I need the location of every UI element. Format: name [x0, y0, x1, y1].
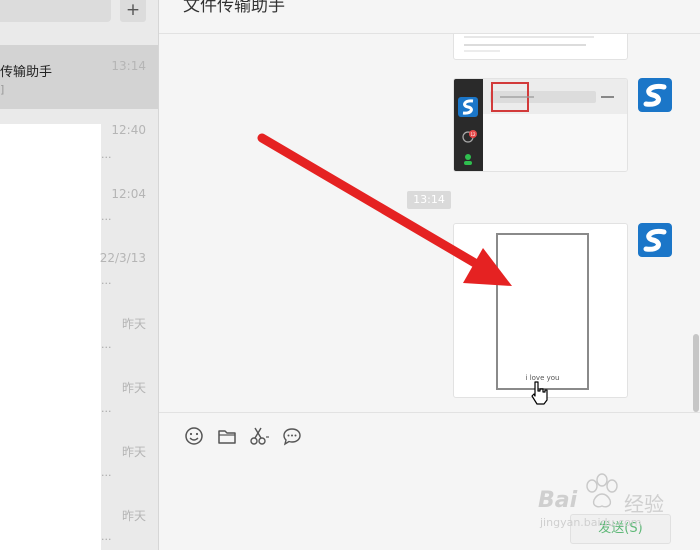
chat-item-time: 昨天	[121, 509, 146, 523]
add-chat-button[interactable]: +	[120, 0, 146, 22]
image-frame: i love you	[496, 233, 589, 390]
chat-item[interactable]: 昨天 ...	[0, 430, 158, 494]
chat-item-preview: ...	[101, 466, 112, 479]
chat-item-preview: ...	[101, 210, 112, 223]
chat-item-preview: ...	[101, 148, 112, 161]
message-area[interactable]: 12 13:14 i love you	[159, 34, 700, 412]
chat-item-time: 13:14	[111, 59, 146, 73]
image-message-screenshot-top[interactable]	[453, 34, 628, 60]
conversation-title: 文件传输助手	[183, 0, 285, 16]
avatar[interactable]	[638, 78, 672, 112]
chat-item-time: 昨天	[121, 381, 146, 395]
chat-item[interactable]: 昨天 ...	[0, 302, 158, 366]
send-button[interactable]: 发送(S)	[570, 514, 671, 544]
image-caption: i love you	[525, 374, 560, 382]
chat-item-time: 12:40	[111, 123, 146, 137]
chat-item-time: 昨天	[121, 317, 146, 331]
thumbnail-badge: 12	[470, 132, 476, 137]
folder-icon[interactable]	[216, 425, 238, 447]
chat-item-name: 传输助手	[0, 65, 53, 80]
chat-item-preview: ]	[0, 83, 5, 96]
chat-item[interactable]: 12:04 ...	[0, 174, 158, 238]
scissors-icon[interactable]	[248, 425, 270, 447]
chat-item[interactable]: 昨天 ...	[0, 366, 158, 430]
message-time-divider: 13:14	[407, 191, 451, 209]
chat-item-file-transfer[interactable]: 传输助手 ] 13:14	[0, 45, 158, 109]
chat-item-preview: ...	[101, 402, 112, 415]
message-scrollbar[interactable]	[693, 334, 699, 412]
chat-item[interactable]: 昨天 ...	[0, 494, 158, 550]
chat-item-time: 昨天	[121, 445, 146, 459]
screenshot-thumbnail: 12	[454, 79, 627, 171]
chat-item-time: 12:04	[111, 187, 146, 201]
emoji-icon[interactable]	[183, 425, 205, 447]
conversation-header: 文件传输助手	[159, 0, 700, 34]
chat-item-preview: ...	[101, 338, 112, 351]
avatar[interactable]	[638, 223, 672, 257]
conversation-pane: 文件传输助手 12 13:14 i love you 发送(S)	[159, 0, 700, 550]
chat-item[interactable]: 12:40 ...	[0, 110, 158, 174]
screenshot-thumbnail	[464, 36, 594, 52]
app-logo-icon	[638, 223, 672, 257]
input-area[interactable]: 发送(S)	[159, 412, 700, 550]
chat-list-panel: + 传输助手 ] 13:14 12:40 ... 12:04 ... 22/3/…	[0, 0, 159, 550]
chat-bubble-icon[interactable]	[281, 425, 303, 447]
image-message-screenshot[interactable]: 12	[453, 78, 628, 172]
image-message-photo[interactable]: i love you	[453, 223, 628, 398]
chat-item-time: 22/3/13	[99, 251, 146, 265]
app-logo-icon	[638, 78, 672, 112]
chat-item-preview: ...	[101, 530, 112, 543]
search-input[interactable]	[0, 0, 111, 22]
chat-item[interactable]: 22/3/13 ...	[0, 238, 158, 302]
chat-item-preview: ...	[101, 274, 112, 287]
